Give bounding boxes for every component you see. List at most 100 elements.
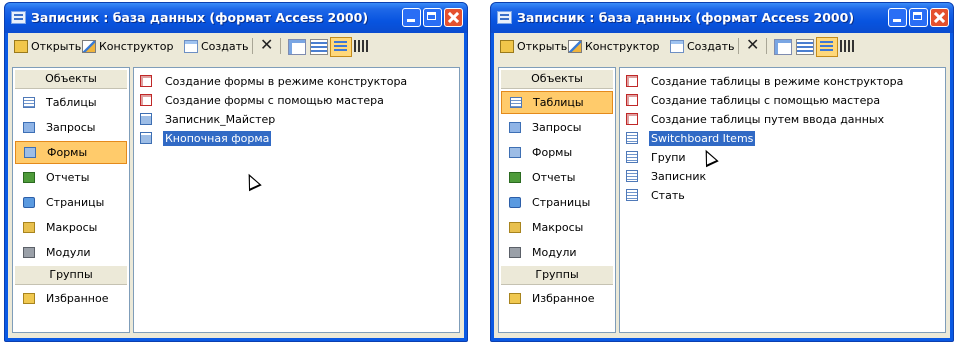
window-title: Записник : база данных (формат Access 20… (31, 10, 369, 25)
sidebar-item-macros[interactable]: Макросы (15, 216, 127, 239)
macros-icon (23, 222, 35, 233)
sidebar-item-queries[interactable]: Запросы (15, 116, 127, 139)
list-item-label: Создание формы с помощью мастера (165, 93, 384, 107)
design-icon (568, 39, 582, 53)
form-icon (140, 132, 152, 144)
minimize-button[interactable] (402, 8, 421, 27)
modules-icon (509, 247, 521, 258)
table-icon (626, 132, 638, 144)
sidebar-item-label: Формы (47, 146, 88, 159)
sidebar-item-favorites[interactable]: Избранное (15, 287, 127, 310)
close-button[interactable] (444, 8, 463, 27)
design-button[interactable]: Конструктор (82, 37, 173, 55)
design-button[interactable]: Конструктор (568, 37, 659, 55)
open-button[interactable]: Открыть (14, 37, 81, 55)
sidebar-item-queries[interactable]: Запросы (501, 116, 613, 139)
list-view-icon[interactable] (330, 37, 352, 57)
delete-button[interactable]: ✕ (746, 35, 759, 54)
objects-list: Создание таблицы в режиме конструктора С… (619, 67, 946, 333)
create-label: Создать (687, 39, 735, 53)
table-icon (626, 189, 638, 201)
large-icons-icon[interactable] (288, 39, 306, 55)
sidebar-item-label: Страницы (46, 196, 105, 209)
database-window-forms: Записник : база данных (формат Access 20… (4, 2, 468, 342)
list-item[interactable]: Стать (626, 186, 687, 204)
list-item-label: Создание формы в режиме конструктора (165, 74, 408, 88)
details-view-icon[interactable] (354, 40, 370, 52)
list-item[interactable]: Switchboard Items (626, 129, 756, 147)
wizard-icon (626, 75, 638, 87)
sidebar-item-forms[interactable]: Формы (501, 141, 613, 164)
database-icon (11, 11, 26, 24)
sidebar-item-reports[interactable]: Отчеты (15, 166, 127, 189)
sidebar-item-label: Модули (46, 246, 91, 259)
open-icon (500, 39, 514, 53)
sidebar-item-pages[interactable]: Страницы (501, 191, 613, 214)
reports-icon (23, 172, 35, 183)
list-view-icon[interactable] (816, 37, 838, 57)
sidebar-item-favorites[interactable]: Избранное (501, 287, 613, 310)
list-item[interactable]: Групи (626, 148, 688, 166)
modules-icon (23, 247, 35, 258)
sidebar-item-tables[interactable]: Таблицы (501, 91, 613, 114)
sidebar-item-label: Таблицы (533, 96, 584, 109)
list-item-label: Групи (651, 150, 686, 164)
sidebar-item-tables[interactable]: Таблицы (15, 91, 127, 114)
sidebar-item-forms[interactable]: Формы (15, 141, 127, 164)
sidebar-item-label: Запросы (532, 121, 582, 134)
database-window-tables: Записник : база данных (формат Access 20… (490, 2, 954, 342)
tables-icon (510, 97, 522, 108)
list-item[interactable]: Создание таблицы с помощью мастера (626, 91, 882, 109)
groups-header[interactable]: Группы (501, 266, 613, 285)
list-item[interactable]: Создание формы в режиме конструктора (140, 72, 409, 90)
sidebar-item-pages[interactable]: Страницы (15, 191, 127, 214)
list-item[interactable]: Создание таблицы в режиме конструктора (626, 72, 905, 90)
create-button[interactable]: Создать (184, 37, 249, 55)
close-button[interactable] (930, 8, 949, 27)
favorites-icon (509, 293, 521, 304)
title-bar[interactable]: Записник : база данных (формат Access 20… (491, 3, 953, 33)
delete-button[interactable]: ✕ (260, 35, 273, 54)
objects-list: Создание формы в режиме конструктора Соз… (133, 67, 460, 333)
list-item[interactable]: Создание формы с помощью мастера (140, 91, 386, 109)
list-item[interactable]: Кнопочная форма (140, 129, 272, 147)
mouse-cursor-icon (242, 170, 262, 192)
list-item-label: Записник_Майстер (165, 112, 276, 126)
objects-header[interactable]: Объекты (15, 70, 127, 89)
create-label: Создать (201, 39, 249, 53)
sidebar-item-reports[interactable]: Отчеты (501, 166, 613, 189)
details-view-icon[interactable] (840, 40, 856, 52)
maximize-button[interactable] (909, 8, 928, 27)
create-button[interactable]: Создать (670, 37, 735, 55)
sidebar-item-label: Таблицы (46, 96, 97, 109)
database-icon (497, 11, 512, 24)
macros-icon (509, 222, 521, 233)
sidebar-item-modules[interactable]: Модули (15, 241, 127, 264)
open-button[interactable]: Открыть (500, 37, 567, 55)
toolbar-separator (766, 38, 767, 54)
groups-header[interactable]: Группы (15, 266, 127, 285)
list-item[interactable]: Записник_Майстер (140, 110, 277, 128)
large-icons-icon[interactable] (774, 39, 792, 55)
table-icon (626, 151, 638, 163)
sidebar-item-modules[interactable]: Модули (501, 241, 613, 264)
tables-icon (23, 97, 35, 108)
sidebar-item-label: Избранное (532, 292, 595, 305)
toolbar: Открыть Конструктор Создать ✕ (8, 33, 464, 59)
wizard-icon (626, 94, 638, 106)
title-bar[interactable]: Записник : база данных (формат Access 20… (5, 3, 467, 33)
list-item[interactable]: Записник (626, 167, 708, 185)
list-item-label: Записник (651, 169, 707, 183)
list-item-label: Создание таблицы с помощью мастера (651, 93, 881, 107)
maximize-button[interactable] (423, 8, 442, 27)
minimize-button[interactable] (888, 8, 907, 27)
forms-icon (509, 147, 521, 158)
list-item[interactable]: Создание таблицы путем ввода данных (626, 110, 886, 128)
objects-header[interactable]: Объекты (501, 70, 613, 89)
small-icons-icon[interactable] (310, 39, 328, 55)
queries-icon (23, 122, 35, 133)
small-icons-icon[interactable] (796, 39, 814, 55)
list-item-label: Создание таблицы в режиме конструктора (651, 74, 904, 88)
toolbar: Открыть Конструктор Создать ✕ (494, 33, 950, 59)
sidebar-item-macros[interactable]: Макросы (501, 216, 613, 239)
